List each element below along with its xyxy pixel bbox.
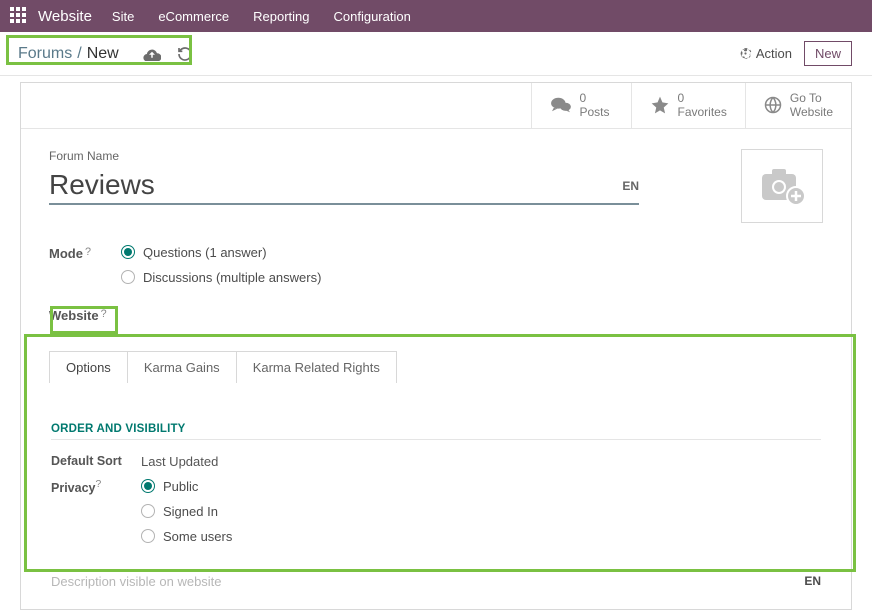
description-placeholder[interactable]: Description visible on website: [51, 574, 222, 589]
privacy-label: Privacy?: [51, 479, 141, 495]
star-icon: [650, 95, 670, 115]
tab-karma-rights[interactable]: Karma Related Rights: [236, 351, 397, 383]
breadcrumb-root[interactable]: Forums: [18, 45, 72, 63]
breadcrumb-bar: Forums / New Action New: [0, 32, 872, 76]
forum-name-label: Forum Name: [49, 149, 649, 163]
menu-ecommerce[interactable]: eCommerce: [158, 9, 229, 24]
section-title: ORDER AND VISIBILITY: [51, 423, 821, 435]
privacy-public-label: Public: [163, 479, 198, 494]
breadcrumb-sep: /: [77, 45, 81, 63]
forum-name-input[interactable]: [49, 169, 614, 203]
default-sort-value[interactable]: Last Updated: [141, 454, 218, 469]
section-divider: [51, 439, 821, 440]
mode-label: Mode?: [49, 245, 121, 285]
mode-discussions-radio[interactable]: Discussions (multiple answers): [121, 270, 823, 285]
top-navbar: Website Site eCommerce Reporting Configu…: [0, 0, 872, 32]
tab-karma-gains[interactable]: Karma Gains: [127, 351, 237, 383]
globe-icon: [764, 96, 782, 114]
apps-icon[interactable]: [10, 7, 28, 25]
privacy-signed-label: Signed In: [163, 504, 218, 519]
action-menu[interactable]: Action: [739, 46, 792, 61]
stat-goto-l1: Go To: [790, 91, 833, 105]
cloud-save-icon[interactable]: [143, 47, 161, 61]
options-panel: ORDER AND VISIBILITY Default Sort Last U…: [21, 403, 851, 609]
stat-fav-count: 0: [678, 91, 727, 105]
privacy-public-radio[interactable]: Public: [141, 479, 232, 494]
menu-configuration[interactable]: Configuration: [334, 9, 411, 24]
website-field[interactable]: [121, 307, 823, 323]
stat-posts-count: 0: [580, 91, 610, 105]
stat-fav-label: Favorites: [678, 105, 727, 119]
stat-bar: 0 Posts 0 Favorites Go To We: [21, 83, 851, 129]
stat-posts-label: Posts: [580, 105, 610, 119]
mode-questions-radio[interactable]: Questions (1 answer): [121, 245, 823, 260]
action-label: Action: [756, 46, 792, 61]
comments-icon: [550, 96, 572, 114]
form-sheet: 0 Posts 0 Favorites Go To We: [20, 82, 852, 610]
stat-favorites[interactable]: 0 Favorites: [631, 83, 745, 128]
stat-posts[interactable]: 0 Posts: [531, 83, 631, 128]
mode-questions-label: Questions (1 answer): [143, 245, 267, 260]
image-upload[interactable]: [741, 149, 823, 223]
lang-badge-2[interactable]: EN: [804, 574, 821, 588]
privacy-some-radio[interactable]: Some users: [141, 529, 232, 544]
stat-goto-website[interactable]: Go To Website: [745, 83, 851, 128]
discard-icon[interactable]: [177, 46, 193, 62]
mode-discussions-label: Discussions (multiple answers): [143, 270, 321, 285]
website-label: Website?: [49, 307, 121, 323]
default-sort-label: Default Sort: [51, 454, 141, 468]
app-brand[interactable]: Website: [38, 8, 92, 25]
new-button[interactable]: New: [804, 41, 852, 66]
privacy-signed-radio[interactable]: Signed In: [141, 504, 232, 519]
menu-site[interactable]: Site: [112, 9, 134, 24]
stat-goto-l2: Website: [790, 105, 833, 119]
breadcrumb: Forums / New: [10, 41, 127, 67]
privacy-some-label: Some users: [163, 529, 232, 544]
lang-badge[interactable]: EN: [622, 179, 639, 203]
tab-options[interactable]: Options: [49, 351, 128, 383]
breadcrumb-current: New: [87, 45, 119, 63]
menu-reporting[interactable]: Reporting: [253, 9, 309, 24]
